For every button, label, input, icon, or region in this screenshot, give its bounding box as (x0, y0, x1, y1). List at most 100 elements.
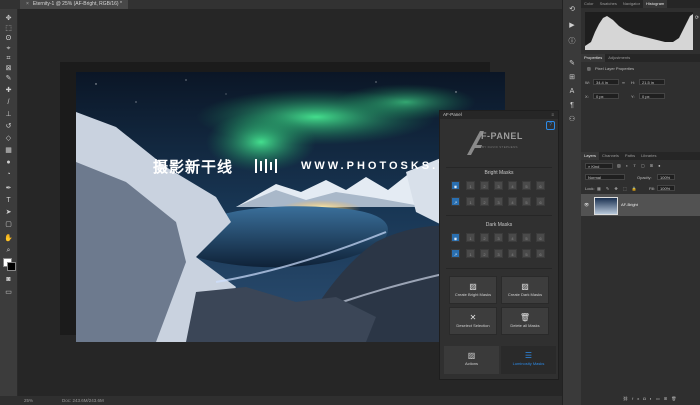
history-icon[interactable]: ⟲ (568, 6, 576, 14)
af-panel-header[interactable]: AF-Panel ≡ (440, 111, 558, 119)
bright-mask-6[interactable]: 6 (536, 181, 545, 190)
bright-mask-1[interactable]: 1 (466, 181, 475, 190)
deselect-selection-button[interactable]: ✕ Deselect Selection (449, 307, 497, 335)
character-icon[interactable]: A (568, 88, 576, 96)
create-bright-masks-button[interactable]: ▨ Create Bright Masks (449, 276, 497, 304)
tab-libraries[interactable]: Libraries (638, 153, 659, 158)
hand-tool-icon[interactable]: ✋ (4, 235, 13, 242)
tab-navigator[interactable]: Navigator (620, 1, 643, 6)
create-dark-masks-button[interactable]: ▨ Create Dark Masks (501, 276, 549, 304)
bright-apply-5[interactable]: 5 (522, 197, 531, 206)
height-field[interactable]: 21.5 in (639, 79, 665, 85)
dark-apply-2[interactable]: 2 (480, 249, 489, 258)
document-tab[interactable]: × Eternity-1 @ 25% (AF-Bright, RGB/16) * (20, 0, 128, 9)
quick-mask-icon[interactable]: ◙ (4, 276, 13, 283)
bright-mask-5[interactable]: 5 (522, 181, 531, 190)
play-icon[interactable]: ▶ (568, 22, 576, 30)
rectangle-tool-icon[interactable]: ▢ (4, 221, 13, 228)
trash-icon[interactable]: 🗑 (671, 396, 680, 401)
lasso-tool-icon[interactable]: ʘ (4, 35, 13, 42)
link-icon[interactable]: ∞ (622, 80, 625, 85)
screen-mode-icon[interactable]: ▭ (4, 289, 13, 296)
bright-select-icon[interactable]: ◉ (451, 181, 460, 190)
tab-color[interactable]: Color (581, 1, 597, 6)
tab-swatches[interactable]: Swatches (597, 1, 620, 6)
bright-apply-1[interactable]: 1 (466, 197, 475, 206)
eyedropper-tool-icon[interactable]: ✎ (4, 75, 13, 82)
delete-all-masks-button[interactable]: 🗑 Delete all Masks (501, 307, 549, 335)
layer-row[interactable]: 👁 AF-Bright (581, 194, 700, 216)
dark-apply-1[interactable]: 1 (466, 249, 475, 258)
zoom-level[interactable]: 25% (24, 396, 33, 405)
dark-apply-5[interactable]: 5 (522, 249, 531, 258)
paragraph-icon[interactable]: ¶ (568, 102, 576, 110)
healing-tool-icon[interactable]: ✚ (4, 87, 13, 94)
eraser-tool-icon[interactable]: ◇ (4, 135, 13, 142)
dark-mask-2[interactable]: 2 (480, 233, 489, 242)
dark-apply-4[interactable]: 4 (508, 249, 517, 258)
dark-mask-3[interactable]: 3 (494, 233, 503, 242)
tab-channels[interactable]: Channels (599, 153, 622, 158)
bright-mask-3[interactable]: 3 (494, 181, 503, 190)
move-tool-icon[interactable]: ✥ (4, 15, 13, 22)
crop-tool-icon[interactable]: ⌗ (4, 55, 13, 62)
blur-tool-icon[interactable]: ● (4, 159, 13, 166)
blend-mode-select[interactable]: Normal (585, 174, 625, 180)
doc-size-info[interactable]: Doc: 243.6M/243.6M (62, 396, 104, 405)
lock-icons[interactable]: ▦ ✎ ✥ ⬚ 🔒 (597, 186, 639, 191)
brush-tool-icon[interactable]: / (4, 99, 13, 106)
quick-select-tool-icon[interactable]: ⌖ (4, 45, 13, 52)
clone-source-icon[interactable]: ⊞ (568, 74, 576, 82)
fx-icon[interactable]: fx (632, 396, 643, 401)
tab-luminosity-masks[interactable]: ☰ Luminosity Masks (501, 346, 556, 374)
close-tab-icon[interactable]: × (26, 1, 29, 7)
dark-apply-6[interactable]: 6 (536, 249, 545, 258)
tab-histogram[interactable]: Histogram (643, 0, 668, 8)
dark-mask-6[interactable]: 6 (536, 233, 545, 242)
dark-mask-5[interactable]: 5 (522, 233, 531, 242)
background-color-swatch[interactable] (7, 262, 16, 271)
fill-field[interactable]: 100% (657, 185, 675, 191)
tab-layers[interactable]: Layers (581, 152, 600, 160)
brush-settings-icon[interactable]: ✎ (568, 60, 576, 68)
help-icon[interactable]: ? (546, 121, 555, 130)
bright-apply-6[interactable]: 6 (536, 197, 545, 206)
tab-properties[interactable]: Properties (581, 54, 606, 62)
stamp-tool-icon[interactable]: ⊥ (4, 111, 13, 118)
artboard-tool-icon[interactable]: ⬚ (4, 25, 13, 32)
frame-tool-icon[interactable]: ⊠ (4, 65, 13, 72)
y-field[interactable]: 0 px (639, 93, 665, 99)
dark-apply-mask-icon[interactable]: ↗ (451, 249, 460, 258)
filter-kind-select[interactable]: ⌕ Kind (585, 163, 613, 169)
layer-filter-icons[interactable]: ▨ ◐ T ▢ ⊞ ● (617, 163, 663, 168)
bright-apply-4[interactable]: 4 (508, 197, 517, 206)
info-icon[interactable]: ⓘ (568, 38, 576, 46)
dodge-tool-icon[interactable]: ◔ (4, 171, 13, 178)
dark-mask-1[interactable]: 1 (466, 233, 475, 242)
tab-adjustments[interactable]: Adjustments (605, 55, 633, 60)
type-tool-icon[interactable]: T (4, 197, 13, 204)
bright-apply-2[interactable]: 2 (480, 197, 489, 206)
history-brush-tool-icon[interactable]: ↺ (4, 123, 13, 130)
bright-apply-mask-icon[interactable]: ↗ (451, 197, 460, 206)
visibility-eye-icon[interactable]: 👁 (584, 202, 589, 207)
x-field[interactable]: 0 px (593, 93, 619, 99)
path-select-tool-icon[interactable]: ➤ (4, 209, 13, 216)
gradient-tool-icon[interactable]: ▦ (4, 147, 13, 154)
bright-apply-3[interactable]: 3 (494, 197, 503, 206)
link-icon[interactable]: ⛓ (623, 396, 632, 401)
width-field[interactable]: 34.4 in (593, 79, 619, 85)
refresh-icon[interactable]: ⟳ (693, 14, 700, 22)
zoom-tool-icon[interactable]: ⌕ (4, 247, 13, 254)
bright-mask-4[interactable]: 4 (508, 181, 517, 190)
dark-apply-3[interactable]: 3 (494, 249, 503, 258)
bright-mask-2[interactable]: 2 (480, 181, 489, 190)
glyphs-icon[interactable]: ⚇ (568, 116, 576, 124)
tab-paths[interactable]: Paths (622, 153, 638, 158)
group-icon[interactable]: ▭ (656, 396, 664, 401)
panel-menu-icon[interactable]: ≡ (551, 111, 554, 119)
opacity-field[interactable]: 100% (657, 174, 675, 180)
pen-tool-icon[interactable]: ✒ (4, 185, 13, 192)
tab-actions[interactable]: ▨ Actions (444, 346, 499, 374)
dark-mask-4[interactable]: 4 (508, 233, 517, 242)
